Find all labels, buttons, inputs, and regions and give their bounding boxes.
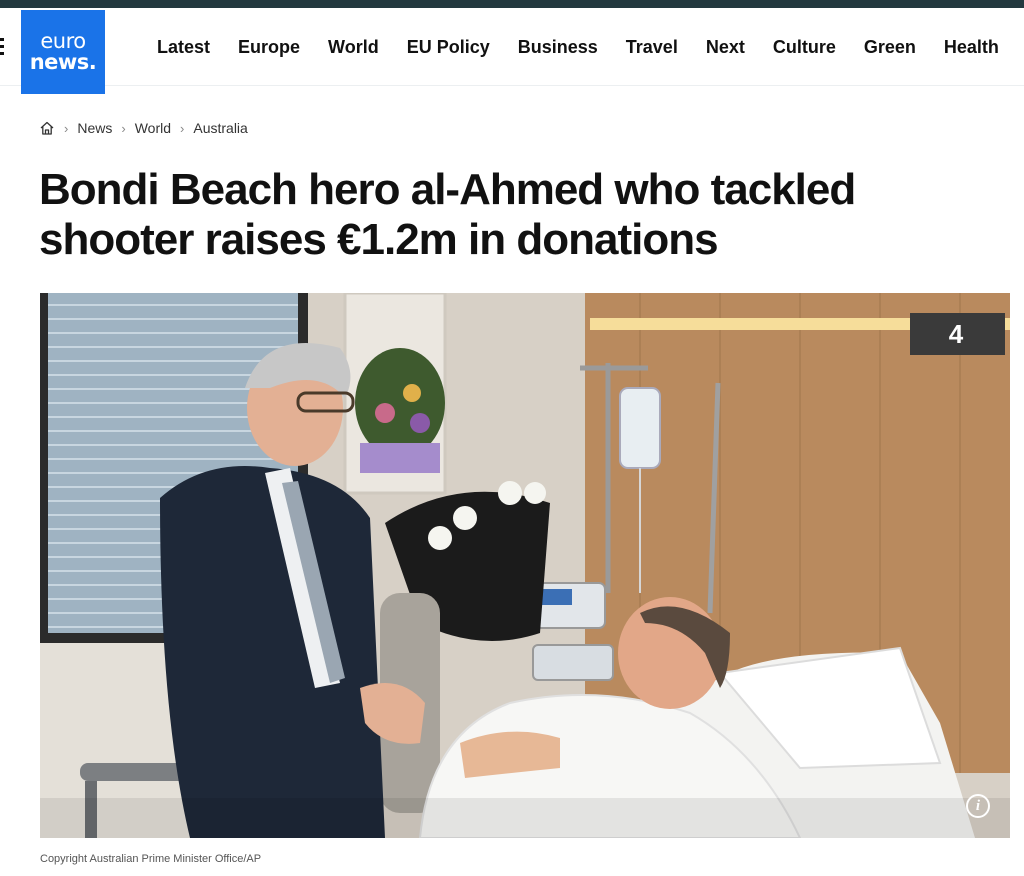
nav-latest[interactable]: Latest <box>157 36 210 58</box>
home-icon[interactable] <box>39 120 55 136</box>
room-number: 4 <box>949 319 964 349</box>
site-header: euro news. Latest Europe World EU Policy… <box>0 8 1024 94</box>
logo-line-1: euro <box>40 29 86 53</box>
image-caption: Copyright Australian Prime Minister Offi… <box>40 853 262 865</box>
nav-health[interactable]: Health <box>944 36 999 58</box>
info-icon[interactable]: i <box>966 794 990 818</box>
nav-eu-policy[interactable]: EU Policy <box>407 36 490 58</box>
chevron-right-icon: › <box>64 120 69 136</box>
main-nav: Latest Europe World EU Policy Business T… <box>157 36 1024 58</box>
article-headline: Bondi Beach hero al-Ahmed who tackled sh… <box>39 165 856 264</box>
breadcrumb-australia[interactable]: Australia <box>193 120 247 136</box>
breadcrumb: › News › World › Australia <box>39 118 248 138</box>
breadcrumb-news[interactable]: News <box>77 120 112 136</box>
nav-business[interactable]: Business <box>518 36 598 58</box>
nav-green[interactable]: Green <box>864 36 916 58</box>
nav-world[interactable]: World <box>328 36 379 58</box>
euronews-logo[interactable]: euro news. <box>21 10 105 94</box>
nav-next[interactable]: Next <box>706 36 745 58</box>
nav-culture[interactable]: Culture <box>773 36 836 58</box>
hamburger-icon[interactable] <box>0 38 4 56</box>
top-strip <box>0 0 1024 8</box>
nav-europe[interactable]: Europe <box>238 36 300 58</box>
chevron-right-icon: › <box>180 120 185 136</box>
breadcrumb-world[interactable]: World <box>135 120 171 136</box>
article-photo[interactable]: 4 i <box>40 293 1010 838</box>
photo-illustration: 4 <box>40 293 1010 838</box>
chevron-right-icon: › <box>121 120 126 136</box>
logo-line-2: news. <box>29 50 97 74</box>
nav-travel[interactable]: Travel <box>626 36 678 58</box>
